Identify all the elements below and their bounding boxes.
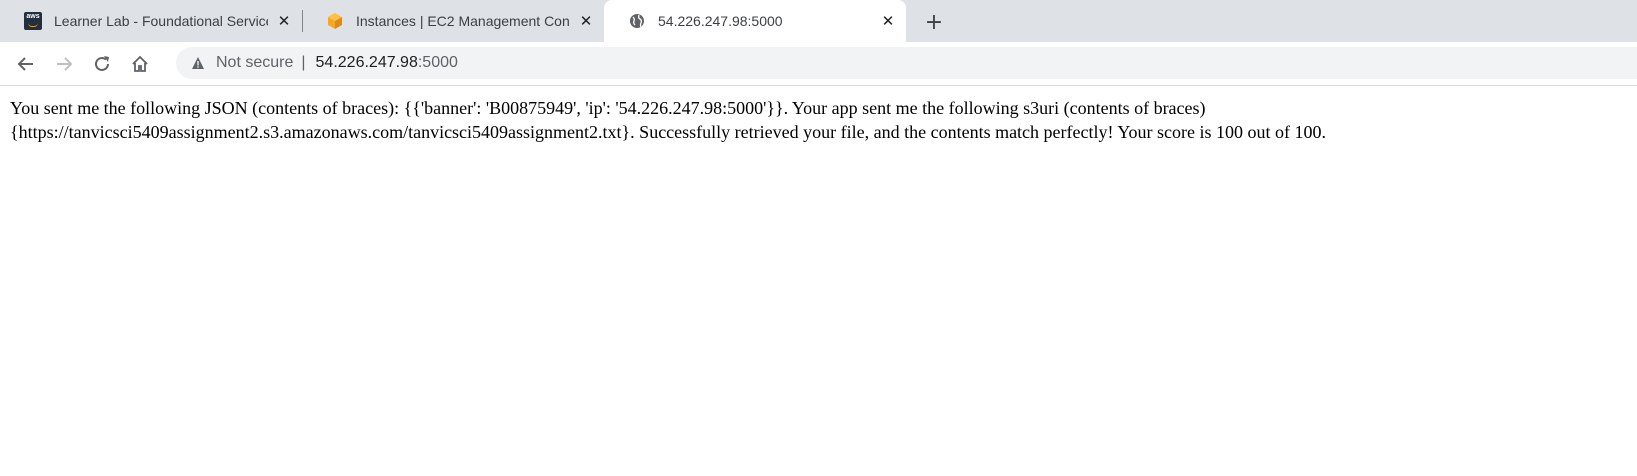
url-host: 54.226.247.98 — [315, 54, 418, 71]
tab-active-page[interactable]: 54.226.247.98:5000 ✕ — [604, 0, 906, 42]
close-icon[interactable]: ✕ — [878, 11, 898, 31]
plus-icon[interactable]: + — [920, 8, 948, 36]
url-port: :5000 — [417, 54, 458, 71]
reload-icon[interactable] — [88, 50, 116, 78]
address-bar[interactable]: Not secure | 54.226.247.98:5000 — [176, 47, 1637, 79]
security-label[interactable]: Not secure — [216, 54, 293, 72]
browser-toolbar: Not secure | 54.226.247.98:5000 — [0, 42, 1637, 86]
tab-title: Instances | EC2 Management Console — [356, 13, 570, 29]
warning-triangle-icon[interactable] — [190, 55, 206, 71]
tab-strip: aws Learner Lab - Foundational Services … — [0, 0, 1637, 42]
home-icon[interactable] — [126, 50, 154, 78]
globe-icon — [628, 12, 646, 30]
forward-arrow-icon[interactable] — [50, 50, 78, 78]
tab-title: Learner Lab - Foundational Services — [54, 13, 268, 29]
tab-learner-lab[interactable]: aws Learner Lab - Foundational Services … — [0, 0, 302, 42]
tab-ec2-instances[interactable]: Instances | EC2 Management Console ✕ — [302, 0, 604, 42]
aws-icon: aws — [24, 12, 42, 30]
ec2-cube-icon — [326, 12, 344, 30]
close-icon[interactable]: ✕ — [274, 11, 294, 31]
back-arrow-icon[interactable] — [12, 50, 40, 78]
close-icon[interactable]: ✕ — [576, 11, 596, 31]
tab-title: 54.226.247.98:5000 — [658, 13, 783, 29]
omnibox-separator: | — [301, 54, 306, 71]
page-message: You sent me the following JSON (contents… — [10, 98, 1327, 142]
